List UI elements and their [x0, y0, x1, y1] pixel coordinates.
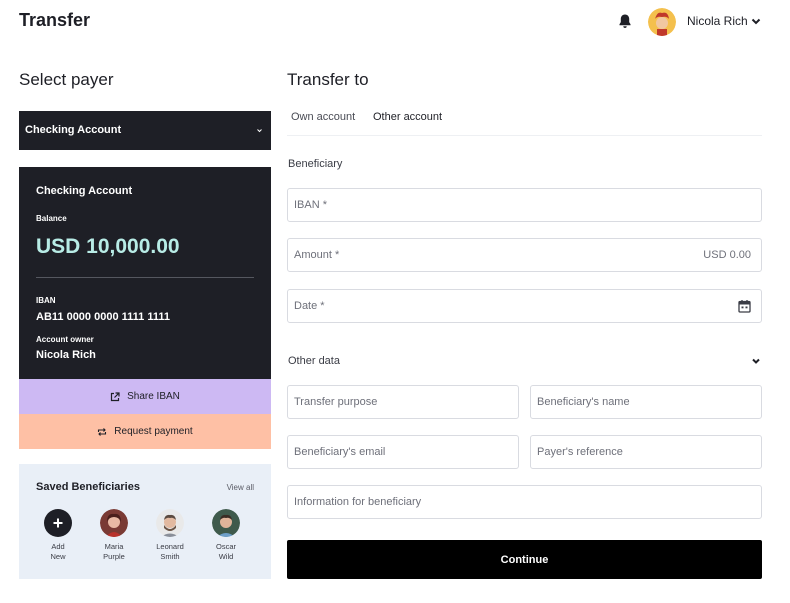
iban-value: AB11 0000 0000 1111 1111	[36, 311, 170, 323]
card-title: Checking Account	[36, 185, 133, 197]
avatar[interactable]	[648, 8, 676, 36]
iban-label: IBAN	[36, 296, 56, 305]
amount-value: USD 0.00	[703, 249, 751, 261]
amount-field[interactable]: Amount * USD 0.00	[287, 238, 762, 272]
beneficiary-name: Add New	[50, 542, 66, 561]
beneficiary-section-label: Beneficiary	[288, 158, 343, 170]
beneficiary-email-placeholder: Beneficiary's email	[294, 446, 386, 458]
avatar	[100, 509, 128, 537]
top-bar: Transfer Nicola Rich	[0, 0, 790, 44]
beneficiary-name: Oscar Wild	[215, 542, 236, 561]
balance-label: Balance	[36, 214, 67, 223]
account-selector[interactable]: Checking Account	[19, 111, 271, 150]
beneficiary-oscar-wild[interactable]: Oscar Wild	[206, 509, 246, 562]
continue-button[interactable]: Continue	[287, 540, 762, 579]
beneficiary-email-field[interactable]: Beneficiary's email	[287, 435, 519, 469]
chevron-down-icon	[257, 129, 262, 133]
iban-placeholder: IBAN *	[294, 199, 328, 211]
view-all-link[interactable]: View all	[227, 483, 254, 492]
transfer-purpose-field[interactable]: Transfer purpose	[287, 385, 519, 419]
user-name[interactable]: Nicola Rich	[687, 14, 748, 28]
saved-beneficiaries-title: Saved Beneficiaries	[36, 481, 140, 493]
plus-icon	[44, 509, 72, 537]
external-link-icon	[110, 391, 120, 401]
date-field[interactable]: Date *	[287, 289, 762, 323]
beneficiary-leonard-smith[interactable]: Leonard Smith	[150, 509, 190, 562]
iban-field[interactable]: IBAN *	[287, 188, 762, 222]
beneficiary-name-field[interactable]: Beneficiary's name	[530, 385, 762, 419]
add-new-beneficiary[interactable]: Add New	[38, 509, 78, 562]
information-for-beneficiary-field[interactable]: Information for beneficiary	[287, 485, 762, 519]
tab-other-account[interactable]: Other account	[373, 111, 442, 123]
transfer-purpose-placeholder: Transfer purpose	[294, 396, 378, 408]
page-title: Transfer	[19, 10, 91, 30]
calendar-icon[interactable]	[738, 299, 751, 313]
share-iban-label: Share IBAN	[127, 391, 180, 402]
beneficiary-name: Leonard Smith	[156, 542, 184, 561]
tab-own-account[interactable]: Own account	[291, 111, 355, 123]
amount-placeholder: Amount *	[294, 249, 340, 261]
transfer-to-heading: Transfer to	[287, 70, 369, 89]
information-for-beneficiary-placeholder: Information for beneficiary	[294, 496, 422, 508]
balance-value: USD 10,000.00	[36, 235, 180, 258]
share-iban-button[interactable]: Share IBAN	[19, 379, 271, 414]
account-card: Checking Account Balance USD 10,000.00 I…	[19, 167, 271, 379]
date-placeholder: Date *	[294, 300, 325, 312]
bell-icon[interactable]	[617, 13, 633, 29]
request-payment-button[interactable]: Request payment	[19, 414, 271, 449]
card-divider	[36, 277, 254, 278]
saved-beneficiaries-panel: Saved Beneficiaries View all Add New Mari…	[19, 464, 271, 579]
beneficiary-name: Maria Purple	[103, 542, 125, 561]
account-selector-label: Checking Account	[25, 124, 122, 136]
chevron-down-icon[interactable]	[751, 356, 761, 366]
avatar	[212, 509, 240, 537]
beneficiary-name-placeholder: Beneficiary's name	[537, 396, 630, 408]
tabs-divider	[287, 135, 762, 136]
owner-label: Account owner	[36, 335, 94, 344]
other-data-label[interactable]: Other data	[288, 355, 340, 367]
beneficiary-maria-purple[interactable]: Maria Purple	[94, 509, 134, 562]
chevron-down-icon[interactable]	[750, 15, 762, 27]
select-payer-heading: Select payer	[19, 70, 114, 89]
owner-value: Nicola Rich	[36, 349, 96, 361]
avatar	[156, 509, 184, 537]
request-payment-label: Request payment	[114, 426, 193, 437]
payer-reference-placeholder: Payer's reference	[537, 446, 623, 458]
payer-reference-field[interactable]: Payer's reference	[530, 435, 762, 469]
repeat-icon	[98, 427, 107, 436]
